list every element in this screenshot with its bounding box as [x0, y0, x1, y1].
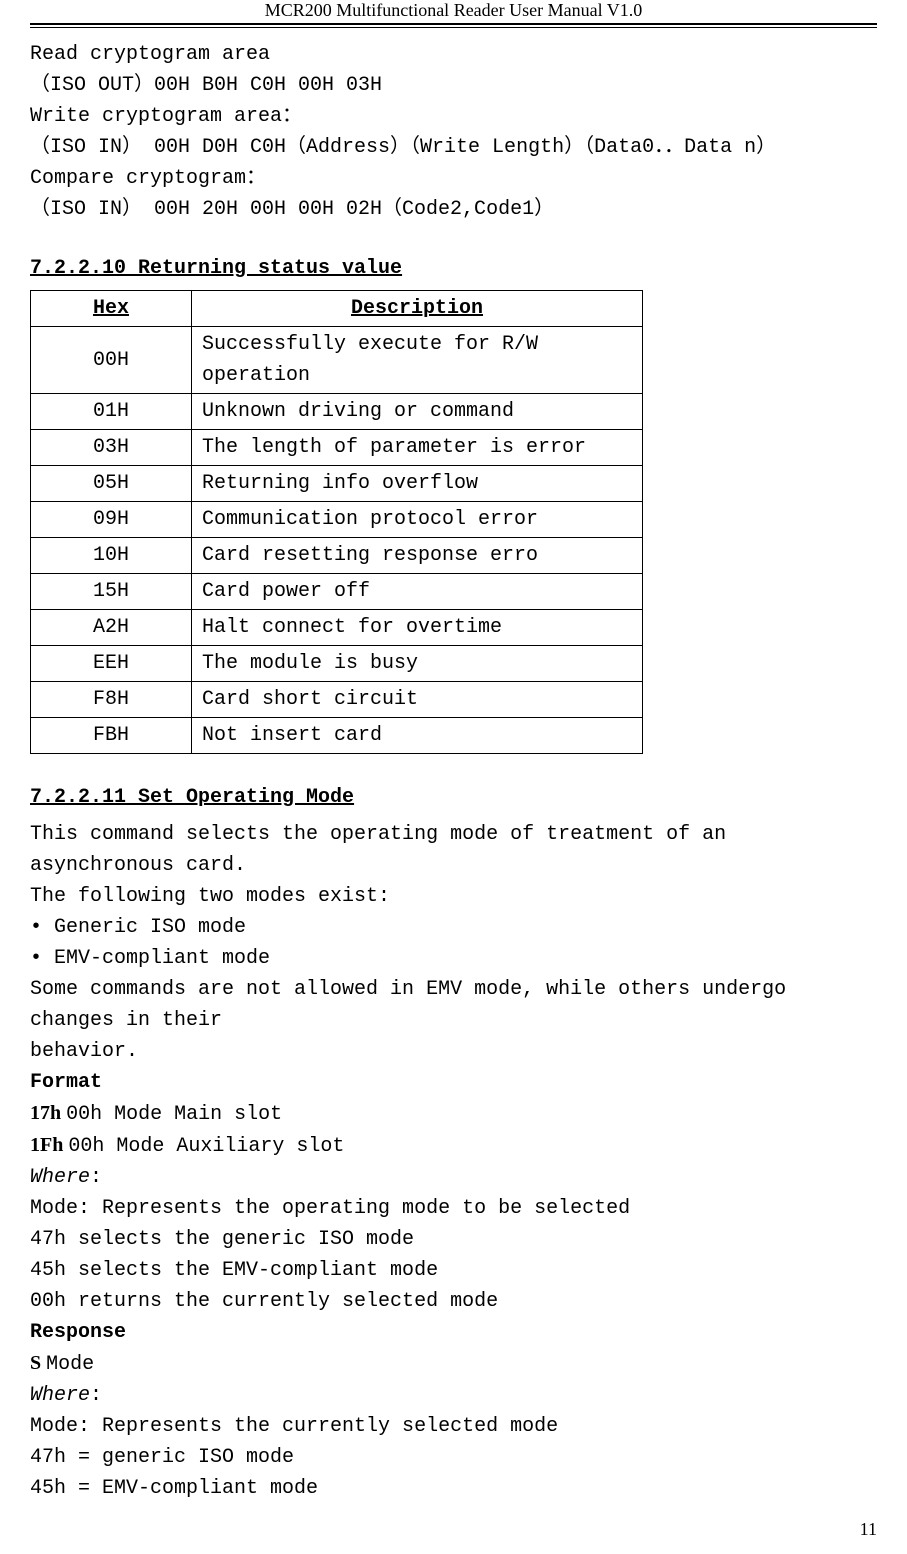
- response-45h: 45h = EMV-compliant mode: [30, 1473, 877, 1504]
- format-line-1: 17h 00h Mode Main slot: [30, 1098, 877, 1130]
- where-colon-2: :: [90, 1384, 102, 1407]
- table-row: F8HCard short circuit: [31, 682, 643, 718]
- cell-hex: 00H: [31, 327, 192, 394]
- page-number: 11: [860, 1519, 877, 1540]
- table-row: EEHThe module is busy: [31, 646, 643, 682]
- table-row: 15HCard power off: [31, 574, 643, 610]
- cell-desc: Not insert card: [192, 718, 643, 754]
- mode-47h: 47h selects the generic ISO mode: [30, 1224, 877, 1255]
- format-line-2: 1Fh 00h Mode Auxiliary slot: [30, 1130, 877, 1162]
- table-header-row: Hex Description: [31, 291, 643, 327]
- cell-desc: Card resetting response erro: [192, 538, 643, 574]
- sec11-p1: This command selects the operating mode …: [30, 819, 877, 881]
- where-colon: :: [90, 1166, 102, 1189]
- cell-desc: Card power off: [192, 574, 643, 610]
- status-table: Hex Description 00HSuccessfully execute …: [30, 290, 643, 754]
- line-write-crypto: Write cryptogram area：: [30, 101, 877, 132]
- mode-00h: 00h returns the currently selected mode: [30, 1286, 877, 1317]
- section-title-7-2-2-11: 7.2.2.11 Set Operating Mode: [30, 782, 877, 813]
- section-title-7-2-2-10: 7.2.2.10 Returning status value: [30, 253, 877, 284]
- page-body: Read cryptogram area （ISO OUT）00H B0H C0…: [30, 25, 877, 1504]
- response-mode-desc: Mode: Represents the currently selected …: [30, 1411, 877, 1442]
- table-row: 01HUnknown driving or command: [31, 394, 643, 430]
- cell-desc: The length of parameter is error: [192, 430, 643, 466]
- sec11-bullet-emv: • EMV-compliant mode: [30, 943, 877, 974]
- col-hex: Hex: [31, 291, 192, 327]
- format-rest-2: 00h Mode Auxiliary slot: [68, 1135, 344, 1158]
- label-format: Format: [30, 1067, 877, 1098]
- cell-hex: 03H: [31, 430, 192, 466]
- cell-hex: 09H: [31, 502, 192, 538]
- page: MCR200 Multifunctional Reader User Manua…: [0, 0, 907, 1554]
- table-row: 03HThe length of parameter is error: [31, 430, 643, 466]
- cell-hex: FBH: [31, 718, 192, 754]
- sec11-p4: behavior.: [30, 1036, 877, 1067]
- cell-desc: Successfully execute for R/W operation: [192, 327, 643, 394]
- mode-desc-1: Mode: Represents the operating mode to b…: [30, 1193, 877, 1224]
- cell-hex: 05H: [31, 466, 192, 502]
- cell-desc: Returning info overflow: [192, 466, 643, 502]
- line-compare-crypto: Compare cryptogram：: [30, 163, 877, 194]
- col-desc: Description: [192, 291, 643, 327]
- cell-desc: The module is busy: [192, 646, 643, 682]
- sec11-p3: Some commands are not allowed in EMV mod…: [30, 974, 877, 1036]
- line-read-crypto: Read cryptogram area: [30, 39, 877, 70]
- label-response: Response: [30, 1317, 877, 1348]
- page-header: MCR200 Multifunctional Reader User Manua…: [30, 0, 877, 25]
- line-iso-in-compare: （ISO IN） 00H 20H 00H 00H 02H（Code2,Code1…: [30, 194, 877, 225]
- cell-hex: A2H: [31, 610, 192, 646]
- table-row: 09HCommunication protocol error: [31, 502, 643, 538]
- line-iso-in-write: （ISO IN） 00H D0H C0H（Address）（Write Leng…: [30, 132, 877, 163]
- table-row: FBHNot insert card: [31, 718, 643, 754]
- cell-desc: Halt connect for overtime: [192, 610, 643, 646]
- mode-45h: 45h selects the EMV-compliant mode: [30, 1255, 877, 1286]
- format-cmd-1Fh: 1Fh: [30, 1134, 68, 1156]
- where-word-2: Where: [30, 1384, 90, 1407]
- cell-desc: Card short circuit: [192, 682, 643, 718]
- cell-hex: 15H: [31, 574, 192, 610]
- where-1: Where:: [30, 1162, 877, 1193]
- cell-desc: Unknown driving or command: [192, 394, 643, 430]
- cell-hex: 01H: [31, 394, 192, 430]
- response-mode: Mode: [46, 1353, 94, 1376]
- cell-hex: EEH: [31, 646, 192, 682]
- response-s: S: [30, 1352, 46, 1374]
- cell-desc: Communication protocol error: [192, 502, 643, 538]
- header-title: MCR200 Multifunctional Reader User Manua…: [265, 0, 643, 20]
- cell-hex: 10H: [31, 538, 192, 574]
- table-row: 10HCard resetting response erro: [31, 538, 643, 574]
- sec11-bullet-iso: • Generic ISO mode: [30, 912, 877, 943]
- cell-hex: F8H: [31, 682, 192, 718]
- format-rest-1: 00h Mode Main slot: [66, 1103, 282, 1126]
- line-iso-out: （ISO OUT）00H B0H C0H 00H 03H: [30, 70, 877, 101]
- where-word: Where: [30, 1166, 90, 1189]
- table-row: 00HSuccessfully execute for R/W operatio…: [31, 327, 643, 394]
- table-row: A2HHalt connect for overtime: [31, 610, 643, 646]
- response-line-1: S Mode: [30, 1348, 877, 1380]
- sec11-p2: The following two modes exist:: [30, 881, 877, 912]
- response-47h: 47h = generic ISO mode: [30, 1442, 877, 1473]
- table-row: 05HReturning info overflow: [31, 466, 643, 502]
- where-2: Where:: [30, 1380, 877, 1411]
- format-cmd-17h: 17h: [30, 1102, 66, 1124]
